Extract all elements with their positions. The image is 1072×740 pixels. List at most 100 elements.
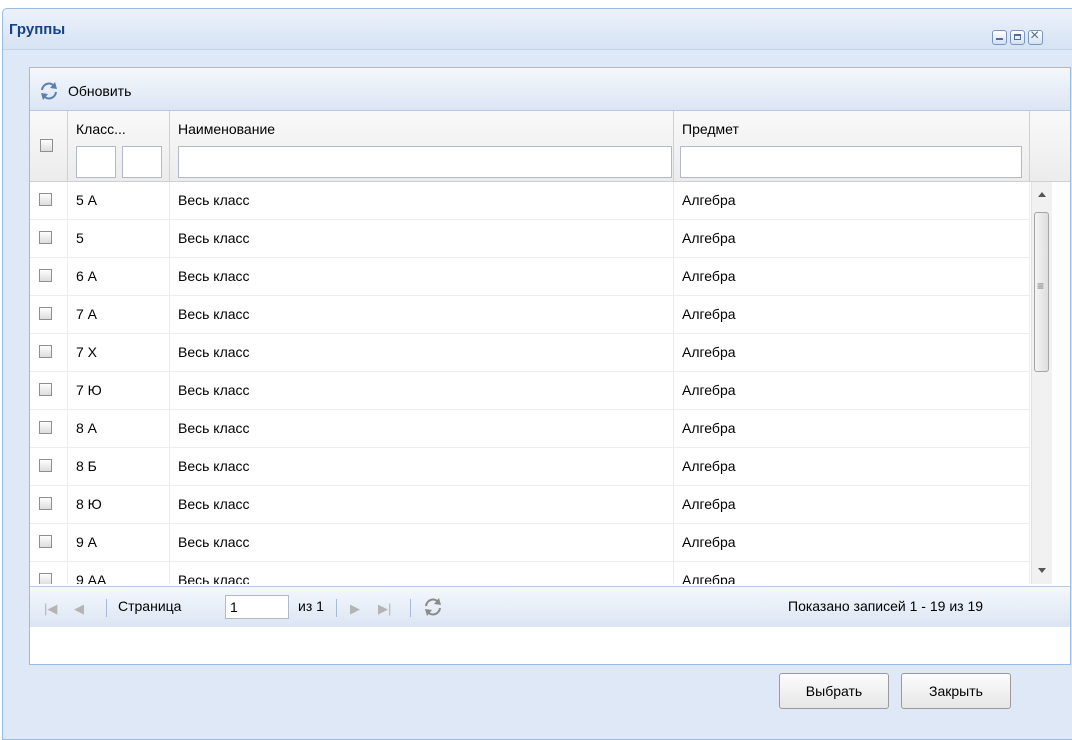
select-all-checkbox[interactable]: [40, 139, 53, 152]
page-number-input[interactable]: 1: [225, 595, 289, 619]
cell-name-text: Весь класс: [178, 382, 250, 398]
header-subject[interactable]: Предмет: [674, 111, 1030, 181]
cell-subject: Алгебра: [674, 448, 1030, 486]
cell-class: 8 Б: [68, 448, 170, 486]
cell-checkbox: [30, 334, 68, 372]
cell-class-text: 8 Ю: [76, 496, 102, 512]
header-select-all-cell: [30, 111, 68, 181]
column-header-name: Наименование: [178, 121, 276, 137]
cell-name-text: Весь класс: [178, 192, 250, 208]
close-button[interactable]: Закрыть: [901, 673, 1011, 709]
minimize-icon[interactable]: [992, 30, 1007, 45]
refresh-icon: [41, 82, 57, 100]
cell-class: 7 А: [68, 296, 170, 334]
cell-checkbox: [30, 448, 68, 486]
row-checkbox[interactable]: [39, 307, 52, 320]
last-page-icon[interactable]: ▶|: [378, 601, 391, 617]
table-row[interactable]: 8 Ю Весь класс Алгебра: [30, 486, 1030, 524]
cell-class-text: 7 Х: [76, 344, 98, 360]
row-checkbox[interactable]: [39, 345, 52, 358]
prev-page-icon[interactable]: ◀: [74, 601, 84, 617]
records-summary: Показано записей 1 - 19 из 19: [788, 598, 984, 614]
groups-grid: Обновить Класс... Наименование Предмет 5…: [29, 67, 1071, 665]
first-page-icon[interactable]: |◀: [44, 601, 57, 617]
window-title-bar[interactable]: Группы: [3, 9, 1072, 50]
page-label: Страница: [118, 598, 182, 614]
cell-subject-text: Алгебра: [682, 382, 736, 398]
row-checkbox[interactable]: [39, 269, 52, 282]
cell-subject: Алгебра: [674, 372, 1030, 410]
row-checkbox[interactable]: [39, 421, 52, 434]
cell-name-text: Весь класс: [178, 344, 250, 360]
cell-name-text: Весь класс: [178, 496, 250, 512]
row-checkbox[interactable]: [39, 535, 52, 548]
cell-class-text: 7 Ю: [76, 382, 102, 398]
paging-refresh-icon[interactable]: [422, 596, 444, 618]
cell-class-text: 5 А: [76, 192, 98, 208]
table-row[interactable]: 9 А Весь класс Алгебра: [30, 524, 1030, 562]
header-name[interactable]: Наименование: [170, 111, 674, 181]
cell-checkbox: [30, 296, 68, 334]
table-row[interactable]: 7 Ю Весь класс Алгебра: [30, 372, 1030, 410]
table-row[interactable]: 7 Х Весь класс Алгебра: [30, 334, 1030, 372]
table-row[interactable]: 7 А Весь класс Алгебра: [30, 296, 1030, 334]
cell-subject: Алгебра: [674, 258, 1030, 296]
cell-class: 8 Ю: [68, 486, 170, 524]
class-filter-input-2[interactable]: [122, 146, 162, 178]
scroll-down-icon[interactable]: [1038, 568, 1046, 573]
row-checkbox[interactable]: [39, 193, 52, 206]
table-row[interactable]: 5 Весь класс Алгебра: [30, 220, 1030, 258]
cell-subject-text: Алгебра: [682, 306, 736, 322]
table-row[interactable]: 6 А Весь класс Алгебра: [30, 258, 1030, 296]
paging-toolbar: |◀ ◀ Страница 1 из 1 ▶ ▶| Показано запис…: [30, 586, 1070, 627]
cell-name: Весь класс: [170, 220, 674, 258]
scroll-thumb[interactable]: [1034, 212, 1049, 372]
cell-subject-text: Алгебра: [682, 572, 736, 584]
table-row[interactable]: 8 Б Весь класс Алгебра: [30, 448, 1030, 486]
cell-class: 5: [68, 220, 170, 258]
row-checkbox[interactable]: [39, 383, 52, 396]
vertical-scrollbar[interactable]: [1031, 182, 1052, 584]
close-icon[interactable]: [1028, 27, 1043, 45]
cell-name: Весь класс: [170, 486, 674, 524]
grid-header: Класс... Наименование Предмет: [30, 111, 1070, 182]
table-row[interactable]: 5 А Весь класс Алгебра: [30, 182, 1030, 220]
paging-separator: [106, 599, 107, 617]
cell-name: Весь класс: [170, 562, 674, 584]
table-row[interactable]: 9 АА Весь класс Алгебра: [30, 562, 1030, 584]
cell-name: Весь класс: [170, 258, 674, 296]
refresh-button[interactable]: Обновить: [38, 80, 131, 102]
name-filter-input[interactable]: [178, 146, 672, 178]
subject-filter-input[interactable]: [680, 146, 1022, 178]
cell-subject: Алгебра: [674, 410, 1030, 448]
cell-class: 7 Х: [68, 334, 170, 372]
cell-name-text: Весь класс: [178, 420, 250, 436]
table-row[interactable]: 8 А Весь класс Алгебра: [30, 410, 1030, 448]
cell-class: 5 А: [68, 182, 170, 220]
paging-separator: [336, 599, 337, 617]
grid-body: 5 А Весь класс Алгебра 5 Весь класс Алгебра 6 …: [30, 182, 1030, 584]
cell-name: Весь класс: [170, 334, 674, 372]
cell-subject-text: Алгебра: [682, 534, 736, 550]
cell-subject-text: Алгебра: [682, 192, 736, 208]
refresh-button-label: Обновить: [68, 83, 132, 99]
class-filter-input[interactable]: [76, 146, 116, 178]
cell-checkbox: [30, 258, 68, 296]
row-checkbox[interactable]: [39, 231, 52, 244]
cell-name-text: Весь класс: [178, 306, 250, 322]
row-checkbox[interactable]: [39, 573, 52, 584]
scroll-up-icon[interactable]: [1038, 192, 1046, 197]
cell-subject: Алгебра: [674, 220, 1030, 258]
maximize-icon[interactable]: [1010, 30, 1025, 45]
cell-name: Весь класс: [170, 448, 674, 486]
row-checkbox[interactable]: [39, 497, 52, 510]
next-page-icon[interactable]: ▶: [350, 601, 360, 617]
select-button[interactable]: Выбрать: [779, 673, 889, 709]
header-class[interactable]: Класс...: [68, 111, 170, 181]
cell-class-text: 8 А: [76, 420, 98, 436]
cell-name-text: Весь класс: [178, 572, 250, 584]
cell-class-text: 5: [76, 230, 84, 246]
row-checkbox[interactable]: [39, 459, 52, 472]
cell-checkbox: [30, 220, 68, 258]
cell-class-text: 9 А: [76, 534, 98, 550]
